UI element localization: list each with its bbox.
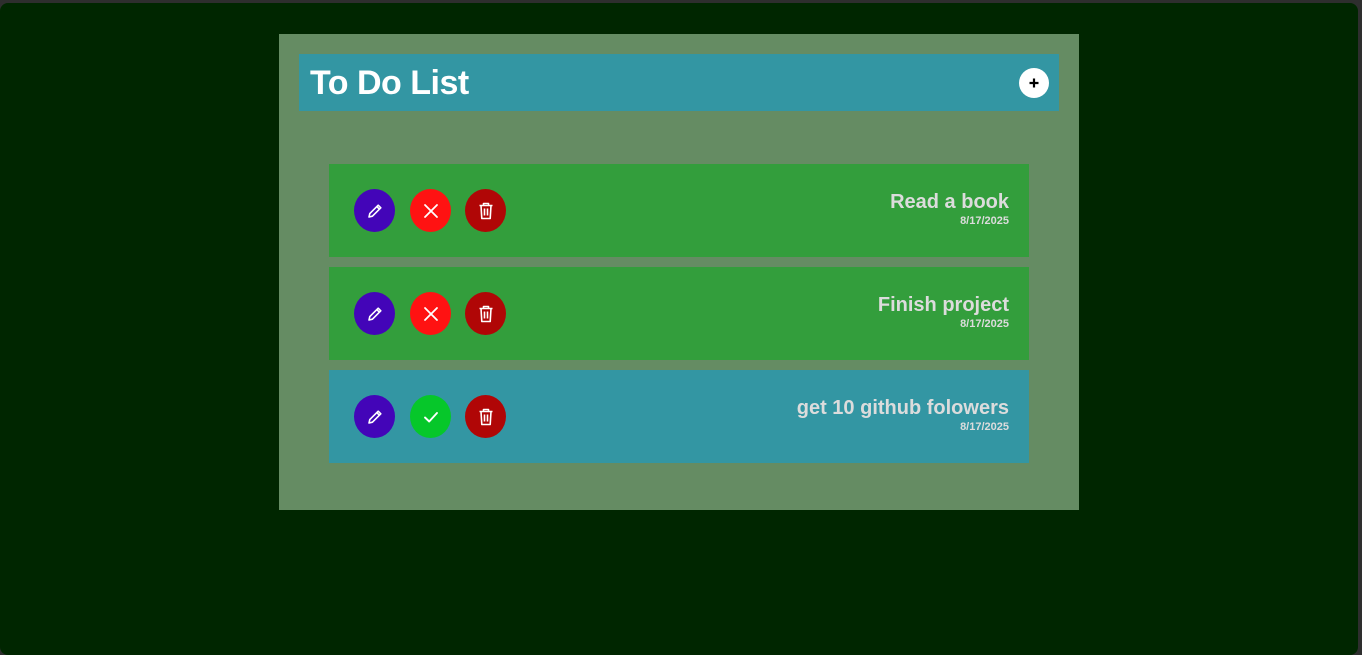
app-viewport: To Do List Read a book 8/17/2025 Finish … (0, 3, 1358, 655)
delete-task-button[interactable] (465, 189, 506, 232)
task-name: Read a book (890, 191, 1009, 213)
task-text: get 10 github folowers 8/17/2025 (797, 396, 1009, 434)
todo-panel: To Do List Read a book 8/17/2025 Finish … (279, 34, 1079, 510)
task-item: get 10 github folowers 8/17/2025 (329, 370, 1029, 463)
task-item: Read a book 8/17/2025 (329, 164, 1029, 257)
task-text: Finish project 8/17/2025 (878, 293, 1009, 331)
delete-task-button[interactable] (465, 292, 506, 335)
edit-task-button[interactable] (354, 189, 395, 232)
task-name: get 10 github folowers (796, 397, 1009, 419)
trash-icon (476, 407, 496, 427)
page-title: To Do List (310, 64, 469, 102)
mark-incomplete-button[interactable] (410, 189, 451, 232)
mark-incomplete-button[interactable] (410, 292, 451, 335)
task-item: Finish project 8/17/2025 (329, 267, 1029, 360)
edit-task-button[interactable] (354, 292, 395, 335)
trash-icon (476, 201, 496, 221)
trash-icon (476, 304, 496, 324)
task-date: 8/17/2025 (960, 215, 1009, 227)
task-text: Read a book 8/17/2025 (890, 190, 1009, 228)
task-date: 8/17/2025 (960, 318, 1009, 330)
x-icon (422, 202, 440, 220)
plus-icon (1029, 78, 1039, 88)
add-task-button[interactable] (1019, 68, 1049, 98)
pencil-icon (365, 407, 385, 427)
check-icon (422, 408, 440, 426)
edit-task-button[interactable] (354, 395, 395, 438)
pencil-icon (365, 201, 385, 221)
pencil-icon (365, 304, 385, 324)
todo-header: To Do List (299, 54, 1059, 111)
delete-task-button[interactable] (465, 395, 506, 438)
task-name: Finish project (877, 294, 1009, 316)
mark-complete-button[interactable] (410, 395, 451, 438)
task-date: 8/17/2025 (960, 421, 1009, 433)
x-icon (422, 305, 440, 323)
